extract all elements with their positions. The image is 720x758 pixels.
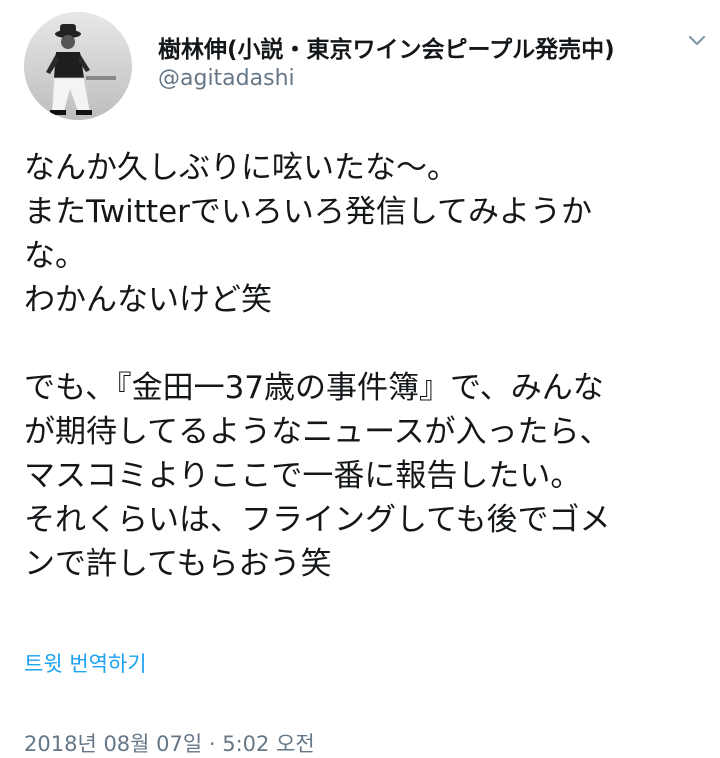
profile-photo: [24, 12, 132, 120]
tweet-timestamp: 2018년 08월 07일 · 5:02 오전: [24, 732, 315, 756]
tweet-line: ンで許してもらおう笑: [24, 546, 332, 582]
tweet-line: マスコミよりここで一番に報告したい。: [24, 458, 582, 494]
translate-tweet-link[interactable]: 트윗 번역하기: [24, 648, 147, 678]
avatar[interactable]: [24, 12, 132, 120]
tweet-line: な。: [24, 238, 86, 274]
tweet-line: [24, 322, 696, 366]
tweet-line: でも、『金田一37歳の事件簿』で、みんな: [24, 370, 604, 406]
tweet-text: なんか久しぶりに呟いたな〜。 またTwitterでいろいろ発信してみようか な。…: [24, 146, 696, 586]
author-display-name[interactable]: 樹林伸(小説・東京ワイン会ピープル発売中): [158, 30, 615, 64]
tweet-line: またTwitterでいろいろ発信してみようか: [24, 194, 592, 230]
author-handle[interactable]: @agitadashi: [158, 66, 295, 91]
chevron-down-icon[interactable]: [684, 28, 710, 54]
tweet-line: なんか久しぶりに呟いたな〜。: [24, 150, 458, 186]
tweet-line: わかんないけど笑: [24, 282, 272, 318]
tweet-line: が期待してるようなニュースが入ったら、: [24, 414, 611, 450]
tweet-line: それくらいは、フライングしても後でゴメ: [24, 502, 611, 538]
